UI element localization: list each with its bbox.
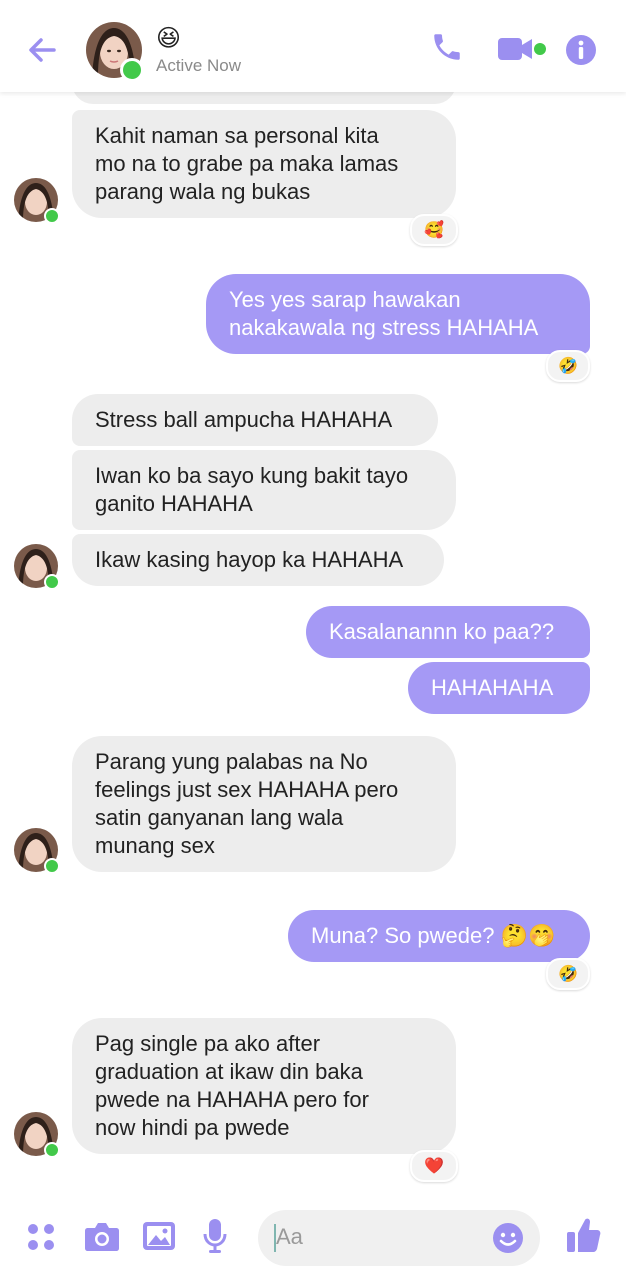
message-input[interactable]: Aa (258, 1210, 540, 1266)
message-input-placeholder: Aa (276, 1224, 303, 1249)
message-text: pwede na HAHAHA pero for (95, 1087, 369, 1112)
camera-icon[interactable] (84, 1220, 120, 1252)
status-emoji: 😆 (156, 24, 182, 52)
message-bubble-received[interactable]: Stress ball ampucha HAHAHA (72, 394, 438, 446)
online-indicator (44, 1142, 60, 1158)
message-bubble-sent[interactable]: HAHAHAHA (408, 662, 590, 714)
message-bubble-partial (72, 92, 456, 104)
message-text: satin ganyanan lang wala (95, 805, 344, 830)
message-bubble-received[interactable]: Ikaw kasing hayop ka HAHAHA (72, 534, 444, 586)
message-text: graduation at ikaw din baka (95, 1059, 363, 1084)
online-indicator (120, 58, 144, 82)
message-bubble-sent[interactable]: Muna? So pwede? 🤔🤭 (288, 910, 590, 962)
message-bubble-received[interactable]: Kahit naman sa personal kita mo na to gr… (72, 110, 456, 218)
back-arrow-icon[interactable] (24, 32, 60, 68)
message-bubble-received[interactable]: Iwan ko ba sayo kung bakit tayo ganito H… (72, 450, 456, 530)
message-text: Stress ball ampucha HAHAHA (95, 407, 393, 432)
message-text: Iwan ko ba sayo kung bakit tayo (95, 463, 409, 488)
online-indicator (44, 574, 60, 590)
video-camera-icon[interactable] (496, 34, 552, 64)
active-status: Active Now (156, 56, 242, 75)
message-reaction[interactable]: 🤣 (546, 350, 590, 382)
message-text: Kahit naman sa personal kita (95, 123, 379, 148)
message-text: Muna? So pwede? 🤔🤭 (311, 923, 556, 948)
apps-icon[interactable] (26, 1222, 56, 1252)
message-text: nakakawala ng stress HAHAHA (229, 315, 539, 340)
message-bubble-received[interactable]: Parang yung palabas na No feelings just … (72, 736, 456, 872)
message-text: feelings just sex HAHAHA pero (95, 777, 399, 802)
online-indicator (44, 208, 60, 224)
message-bubble-sent[interactable]: Yes yes sarap hawakan nakakawala ng stre… (206, 274, 590, 354)
info-icon[interactable] (565, 34, 597, 66)
message-text: HAHAHAHA (431, 675, 554, 700)
thumbs-up-icon[interactable] (566, 1216, 602, 1254)
message-reaction[interactable]: 🥰 (410, 214, 458, 246)
microphone-icon[interactable] (202, 1218, 228, 1254)
message-text: mo na to grabe pa maka lamas (95, 151, 399, 176)
phone-icon[interactable] (430, 30, 464, 64)
message-text: parang wala ng bukas (95, 179, 311, 204)
message-text: ganito HAHAHA (95, 491, 253, 516)
message-text: Ikaw kasing hayop ka HAHAHA (95, 547, 404, 572)
message-text: now hindi pa pwede (95, 1115, 290, 1140)
message-text: Parang yung palabas na No (95, 749, 368, 774)
message-bubble-received[interactable]: Pag single pa ako after graduation at ik… (72, 1018, 456, 1154)
message-reaction[interactable]: ❤️ (410, 1150, 458, 1182)
chat-header: 😆 Active Now (0, 0, 626, 92)
message-bubble-sent[interactable]: Kasalanannn ko paa?? (306, 606, 590, 658)
online-indicator (44, 858, 60, 874)
message-composer-bar: Aa (0, 1200, 626, 1280)
message-text: Yes yes sarap hawakan (229, 287, 461, 312)
message-text: Kasalanannn ko paa?? (329, 619, 555, 644)
emoji-icon[interactable] (492, 1222, 524, 1254)
message-text: Pag single pa ako after (95, 1031, 321, 1056)
message-reaction[interactable]: 🤣 (546, 958, 590, 990)
message-list[interactable]: Kahit naman sa personal kita mo na to gr… (0, 92, 626, 1200)
gallery-icon[interactable] (142, 1220, 176, 1252)
message-text: munang sex (95, 833, 215, 858)
